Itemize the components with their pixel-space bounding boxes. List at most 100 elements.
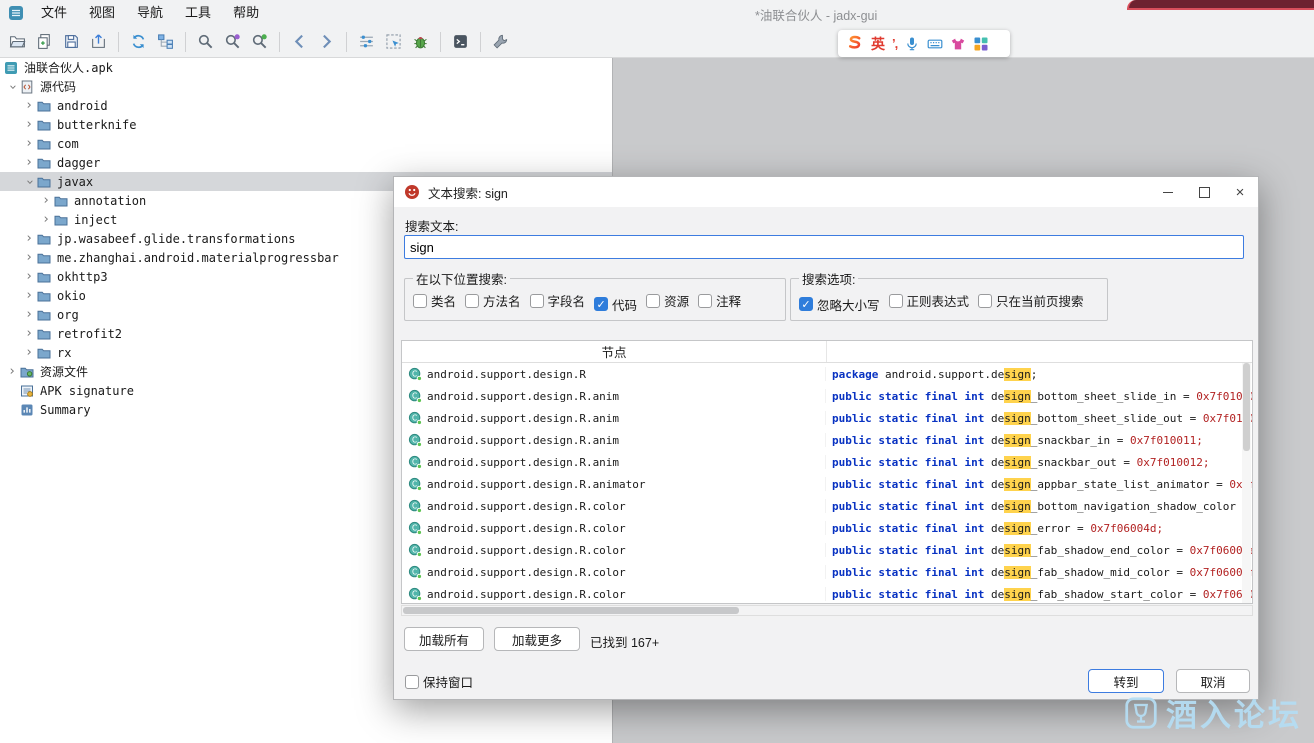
checkbox-option[interactable]: 只在当前页搜索	[978, 291, 1084, 310]
comment-search-icon[interactable]	[219, 29, 246, 54]
toolbar	[0, 26, 1314, 58]
preferences-icon[interactable]	[487, 29, 514, 54]
text-search-icon[interactable]	[192, 29, 219, 54]
deobfuscation-icon[interactable]	[353, 29, 380, 54]
collapse-arrow-icon[interactable]: ›	[4, 79, 20, 95]
expand-arrow-icon[interactable]: ›	[21, 231, 37, 247]
dialog-titlebar[interactable]: 文本搜索: sign ×	[394, 177, 1258, 207]
result-row[interactable]: Candroid.support.design.R.animpublic sta…	[402, 451, 1252, 473]
result-row[interactable]: Candroid.support.design.R.animpublic sta…	[402, 407, 1252, 429]
soft-keyboard-icon[interactable]	[927, 36, 943, 52]
checkbox-option[interactable]: 字段名	[530, 291, 586, 310]
checkbox-option[interactable]: ✓代码	[594, 295, 637, 314]
expand-arrow-icon[interactable]: ›	[21, 307, 37, 323]
result-row[interactable]: Candroid.support.design.R.colorpublic st…	[402, 495, 1252, 517]
tree-item[interactable]: ›dagger	[0, 153, 612, 172]
result-row[interactable]: Candroid.support.design.R.colorpublic st…	[402, 561, 1252, 583]
toolbox-grid-icon[interactable]	[973, 36, 989, 52]
horizontal-scrollbar[interactable]	[401, 605, 1253, 616]
result-row[interactable]: Candroid.support.design.R.animpublic sta…	[402, 385, 1252, 407]
menu-item[interactable]: 视图	[78, 0, 126, 26]
reload-icon[interactable]	[125, 29, 152, 54]
export-icon[interactable]	[85, 29, 112, 54]
expand-arrow-icon[interactable]: ›	[21, 269, 37, 285]
horizontal-scrollbar-thumb[interactable]	[403, 607, 739, 614]
ime-punctuation-toggle[interactable]: ’,	[892, 36, 897, 51]
add-files-icon[interactable]	[31, 29, 58, 54]
summary-icon	[20, 402, 36, 417]
load-more-button[interactable]: 加载更多	[494, 627, 580, 651]
result-node-cell: Candroid.support.design.R.anim	[402, 433, 826, 447]
expand-arrow-icon[interactable]: ›	[21, 117, 37, 133]
tree-item[interactable]: ›源代码	[0, 77, 612, 96]
menu-item[interactable]: 帮助	[222, 0, 270, 26]
expand-arrow-icon[interactable]: ›	[4, 364, 20, 380]
svg-text:C: C	[412, 413, 417, 422]
tree-item-label: APK signature	[40, 384, 134, 398]
checkbox-option[interactable]: 注释	[698, 291, 741, 310]
checkbox-option[interactable]: 方法名	[465, 291, 521, 310]
skin-icon[interactable]	[950, 36, 966, 52]
back-icon[interactable]	[286, 29, 313, 54]
tree-item[interactable]: 油联合伙人.apk	[0, 58, 612, 77]
code-text: de	[991, 544, 1004, 557]
result-node-cell: Candroid.support.design.R.color	[402, 521, 826, 535]
tree-item[interactable]: ›android	[0, 96, 612, 115]
debugger-icon[interactable]	[407, 29, 434, 54]
checkbox-option[interactable]: 正则表达式	[889, 291, 970, 310]
svg-text:C: C	[412, 589, 417, 598]
result-row[interactable]: Candroid.support.design.R.colorpublic st…	[402, 583, 1252, 604]
expand-arrow-icon[interactable]: ›	[38, 193, 54, 209]
class-search-icon[interactable]	[246, 29, 273, 54]
checkbox-option[interactable]: 类名	[413, 291, 456, 310]
inspector-icon[interactable]	[380, 29, 407, 54]
results-table[interactable]: 节点 Candroid.support.design.Rpackage andr…	[401, 340, 1253, 604]
checkbox-option[interactable]: 资源	[646, 291, 689, 310]
code-column-header[interactable]	[827, 341, 1252, 362]
menu-item[interactable]: 工具	[174, 0, 222, 26]
log-viewer-icon[interactable]	[447, 29, 474, 54]
load-all-button[interactable]: 加载所有	[404, 627, 484, 651]
checkbox-label: 注释	[716, 291, 741, 310]
result-row[interactable]: Candroid.support.design.R.colorpublic st…	[402, 517, 1252, 539]
menu-item[interactable]: 文件	[30, 0, 78, 26]
close-button[interactable]: ×	[1222, 177, 1258, 207]
expand-arrow-icon[interactable]: ›	[21, 326, 37, 342]
expand-arrow-icon[interactable]: ›	[21, 136, 37, 152]
minimize-button[interactable]	[1150, 177, 1186, 207]
forward-icon[interactable]	[313, 29, 340, 54]
menu-item[interactable]: 导航	[126, 0, 174, 26]
ime-toolbar[interactable]: 英 ’,	[838, 30, 1010, 57]
collapse-arrow-icon[interactable]: ›	[21, 174, 37, 190]
result-row[interactable]: Candroid.support.design.R.colorpublic st…	[402, 539, 1252, 561]
node-column-header[interactable]: 节点	[402, 341, 827, 362]
expand-arrow-icon[interactable]: ›	[21, 98, 37, 114]
flatten-packages-icon[interactable]	[152, 29, 179, 54]
sogou-logo-icon[interactable]	[845, 34, 864, 53]
tree-item[interactable]: ›butterknife	[0, 115, 612, 134]
ime-language-toggle[interactable]: 英	[871, 34, 885, 54]
result-row[interactable]: Candroid.support.design.R.animpublic sta…	[402, 429, 1252, 451]
vertical-scrollbar-thumb[interactable]	[1243, 363, 1250, 451]
checkbox-option[interactable]: ✓忽略大小写	[799, 295, 880, 314]
expand-arrow-icon[interactable]: ›	[21, 155, 37, 171]
open-folder-icon[interactable]	[4, 29, 31, 54]
save-all-icon[interactable]	[58, 29, 85, 54]
expand-arrow-icon[interactable]: ›	[21, 288, 37, 304]
expand-arrow-icon[interactable]: ›	[21, 345, 37, 361]
vertical-scrollbar[interactable]	[1242, 363, 1251, 603]
expand-arrow-icon[interactable]: ›	[38, 212, 54, 228]
match-highlight: sign	[1004, 390, 1031, 403]
result-row[interactable]: Candroid.support.design.R.animatorpublic…	[402, 473, 1252, 495]
microphone-icon[interactable]	[904, 36, 920, 52]
result-code-cell: public static final int design_fab_shado…	[826, 544, 1252, 557]
search-input[interactable]	[404, 235, 1244, 259]
checkbox-unchecked-icon	[646, 294, 660, 308]
tree-item-label: javax	[57, 175, 93, 189]
maximize-button[interactable]	[1186, 177, 1222, 207]
result-row[interactable]: Candroid.support.design.Rpackage android…	[402, 363, 1252, 385]
expand-arrow-icon[interactable]: ›	[21, 250, 37, 266]
result-code-cell: package android.support.design;	[826, 368, 1252, 381]
keep-window-checkbox[interactable]: 保持窗口	[405, 672, 473, 691]
tree-item[interactable]: ›com	[0, 134, 612, 153]
